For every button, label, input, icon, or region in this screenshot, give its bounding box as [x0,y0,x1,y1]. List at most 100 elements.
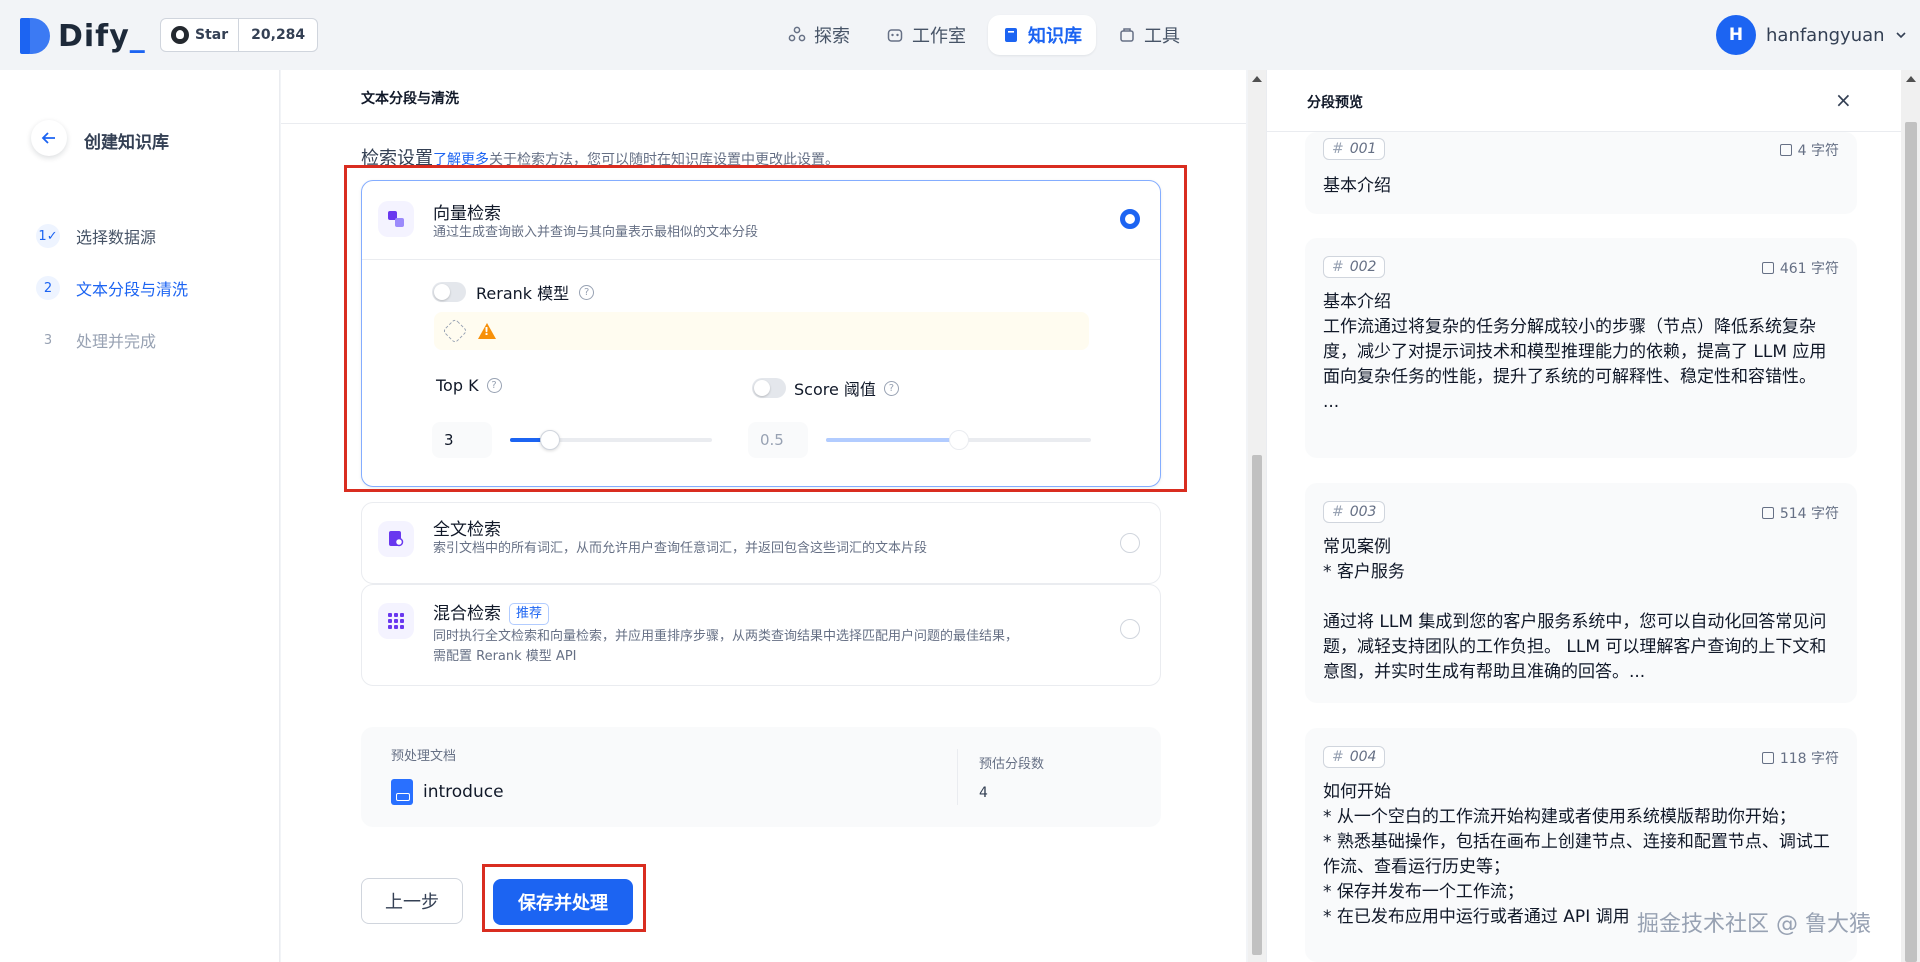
segment-chars: 118 字符 [1761,748,1839,768]
step-1-label: 选择数据源 [76,228,157,247]
preprocess-doc-name: introduce [423,782,504,802]
logo-text: Dify_ [58,18,146,54]
toolbox-icon [1120,28,1134,42]
github-star-count: 20,284 [251,27,306,43]
estimated-segments-count: 4 [979,785,988,801]
check-icon: ✓ [46,228,58,244]
scroll-up-arrow-icon[interactable] [1906,76,1916,82]
segment-id: #002 [1323,256,1386,278]
scroll-up-arrow-icon[interactable] [1252,76,1262,82]
main-scrollbar[interactable] [1248,70,1266,962]
nav-tools-label: 工具 [1144,26,1180,47]
nav-knowledge-label: 知识库 [1028,26,1082,47]
sidebar-title: 创建知识库 [84,133,169,153]
step-3-number: 3 [43,332,53,348]
fulltext-search-title: 全文检索 [433,520,501,540]
stats-divider [957,749,958,805]
avatar: H [1716,15,1756,55]
previous-step-button[interactable]: 上一步 [361,878,463,924]
nav-studio-label: 工作室 [912,26,966,47]
github-star-button[interactable]: Star 20,284 [160,18,319,52]
preprocess-doc: introduce [391,779,504,805]
main-nav: 探索 工作室 知识库 工具 [774,15,1194,55]
estimated-segments-label: 预估分段数 [979,757,1045,772]
main-header: 文本分段与清洗 [281,70,1246,124]
main-header-title: 文本分段与清洗 [361,91,459,107]
segment-id: #004 [1323,746,1386,768]
segment-preview-panel: 分段预览 × #001 4 字符 基本介绍 #002 461 字符 基本介绍 工… [1266,70,1920,962]
step-1-number: 1 ✓ [36,224,60,248]
hash-icon: # [1332,259,1344,275]
step-2-number: 2 [36,276,60,300]
arrow-left-icon [41,132,55,144]
create-knowledge-sidebar: 创建知识库 1 ✓ 选择数据源 2 文本分段与清洗 3 处理并完成 [0,70,280,962]
hybrid-desc-line-2: 需配置 Rerank 模型 API [433,649,577,664]
segment-card: #002 461 字符 基本介绍 工作流通过将复杂的任务分解成较小的步骤（节点）… [1305,238,1857,458]
segment-card: #003 514 字符 常见案例 * 客户服务 通过将 LLM 集成到您的客户服… [1305,483,1857,703]
fulltext-search-desc: 索引文档中的所有词汇，从而允许用户查询任意词汇，并返回包含这些词汇的文本片段 [433,541,928,556]
preview-scrollbar-thumb[interactable] [1905,122,1917,962]
step-3-label: 处理并完成 [76,332,157,351]
dify-logo[interactable]: Dify_ [20,16,146,56]
preview-scrollbar[interactable] [1901,70,1920,962]
segment-id: #001 [1323,138,1386,160]
hybrid-search-title: 混合检索 [433,604,501,624]
preview-header: 分段预览 × [1267,70,1920,132]
explore-icon [788,26,806,42]
user-name: hanfangyuan [1766,24,1885,46]
segment-chars: 4 字符 [1779,140,1839,160]
segment-content: 基本介绍 工作流通过将复杂的任务分解成较小的步骤（节点）降低系统复杂度，减少了对… [1323,292,1827,412]
fulltext-search-card[interactable]: 全文检索 索引文档中的所有词汇，从而允许用户查询任意词汇，并返回包含这些词汇的文… [361,502,1161,584]
text-count-icon [1779,144,1792,156]
segment-card: #001 4 字符 基本介绍 [1305,132,1857,214]
dify-logo-mark [20,18,50,54]
recommended-badge: 推荐 [509,603,550,625]
book-icon [1005,28,1017,42]
hybrid-search-desc: 同时执行全文检索和向量检索，并应用重排序步骤，从两类查询结果中选择匹配用户问题的… [433,627,1113,667]
segment-id: #003 [1323,501,1386,523]
back-button[interactable] [31,120,67,156]
hybrid-search-card[interactable]: 混合检索 推荐 同时执行全文检索和向量检索，并应用重排序步骤，从两类查询结果中选择… [361,584,1161,686]
nav-explore[interactable]: 探索 [774,15,864,55]
hybrid-search-title-row: 混合检索 推荐 [433,599,550,625]
text-count-icon [1761,752,1774,764]
preprocess-doc-label: 预处理文档 [391,749,457,764]
nav-tools[interactable]: 工具 [1104,15,1194,55]
hash-icon: # [1332,504,1344,520]
nav-explore-label: 探索 [814,26,850,47]
user-menu[interactable]: H hanfangyuan [1716,15,1907,55]
preview-title: 分段预览 [1307,95,1363,111]
nav-knowledge[interactable]: 知识库 [988,15,1096,55]
fulltext-search-radio[interactable] [1120,533,1140,553]
preprocess-stats: 预处理文档 introduce 预估分段数 4 [361,727,1161,827]
segment-content: 基本介绍 [1323,176,1391,196]
top-bar: Dify_ Star 20,284 探索 工作室 知识库 工具 H hanfan… [0,0,1920,70]
hybrid-search-radio[interactable] [1120,619,1140,639]
github-icon [171,26,189,44]
highlight-box-vector-search [344,165,1187,492]
watermark: 掘金技术社区 @ 鲁大猿 [1637,912,1871,937]
nav-studio[interactable]: 工作室 [872,15,980,55]
hybrid-search-icon [378,603,414,639]
robot-icon [887,29,903,42]
chevron-down-icon [1895,32,1906,39]
hash-icon: # [1332,141,1344,157]
fulltext-search-icon [378,521,414,557]
text-count-icon [1761,507,1774,519]
step-process-complete: 3 处理并完成 [36,328,156,352]
github-star-label: Star [195,27,229,43]
segment-chars: 514 字符 [1761,503,1839,523]
hash-icon: # [1332,749,1344,765]
github-star[interactable]: Star [161,19,240,51]
step-text-segmentation[interactable]: 2 文本分段与清洗 [36,276,188,300]
hybrid-desc-line-1: 同时执行全文检索和向量检索，并应用重排序步骤，从两类查询结果中选择匹配用户问题的… [433,629,1019,644]
segment-content: 常见案例 * 客户服务 通过将 LLM 集成到您的客户服务系统中，您可以自动化回… [1323,537,1827,682]
segment-chars: 461 字符 [1761,258,1839,278]
step-2-label: 文本分段与清洗 [76,280,189,299]
document-icon [391,779,413,805]
close-icon[interactable]: × [1835,88,1852,112]
main-scrollbar-thumb[interactable] [1252,455,1262,955]
step-select-datasource[interactable]: 1 ✓ 选择数据源 [36,224,156,248]
text-count-icon [1761,262,1774,274]
highlight-box-save-button [482,864,646,932]
